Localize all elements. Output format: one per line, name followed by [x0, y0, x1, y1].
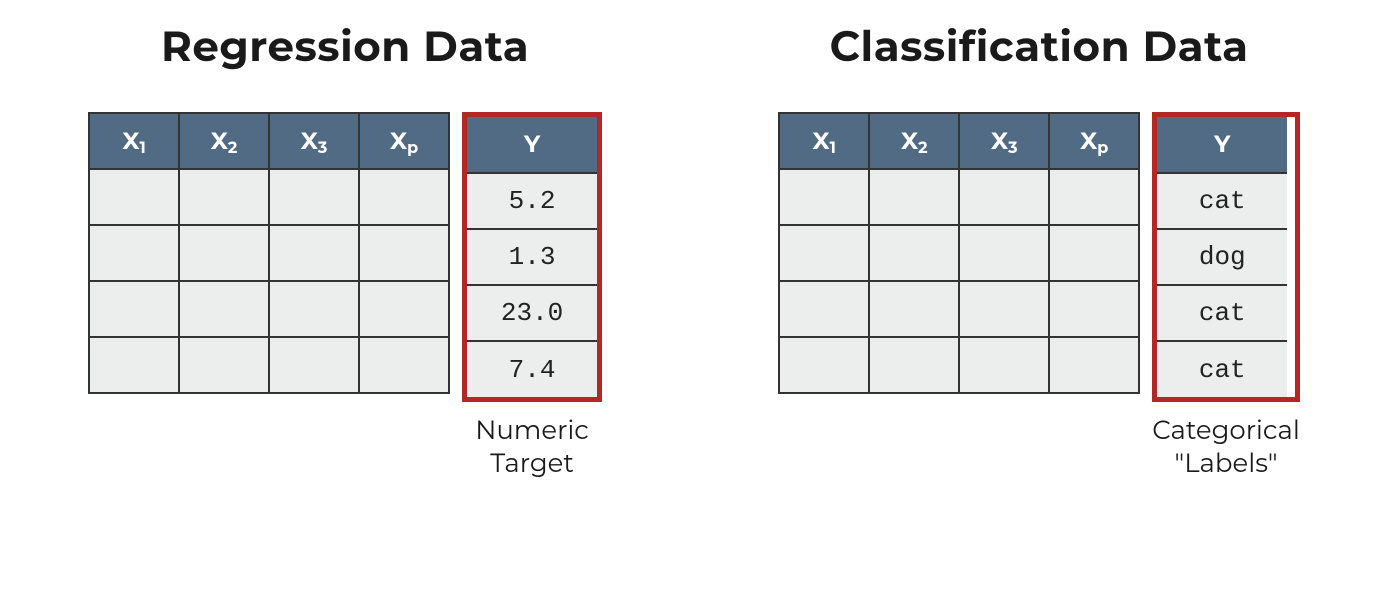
col-header-x3: X3: [959, 113, 1049, 169]
empty-cell: [959, 169, 1049, 225]
empty-cell: [1049, 337, 1139, 393]
classification-table: X1 X2 X3 Xp Y cat dog cat cat Categorica…: [778, 112, 1300, 479]
empty-cell: [269, 281, 359, 337]
empty-cell: [359, 225, 449, 281]
empty-cell: [779, 169, 869, 225]
classification-y-column: Y cat dog cat cat: [1152, 112, 1300, 402]
regression-y-caption: NumericTarget: [462, 414, 602, 479]
empty-cell: [869, 225, 959, 281]
empty-cell: [179, 281, 269, 337]
y-value: cat: [1157, 173, 1287, 229]
y-value: cat: [1157, 341, 1287, 397]
regression-title: Regression Data: [161, 20, 529, 72]
regression-x-grid: X1 X2 X3 Xp: [88, 112, 450, 394]
classification-y-caption: Categorical"Labels": [1152, 414, 1300, 479]
col-header-x1: X1: [89, 113, 179, 169]
regression-y-column: Y 5.2 1.3 23.0 7.4: [462, 112, 602, 402]
classification-panel: Classification Data X1 X2 X3 Xp Y cat do…: [778, 20, 1300, 479]
empty-cell: [869, 281, 959, 337]
y-value: dog: [1157, 229, 1287, 285]
y-value: 7.4: [467, 341, 597, 397]
classification-x-grid: X1 X2 X3 Xp: [778, 112, 1140, 394]
empty-cell: [779, 225, 869, 281]
empty-cell: [269, 337, 359, 393]
empty-cell: [89, 225, 179, 281]
empty-cell: [779, 337, 869, 393]
empty-cell: [179, 337, 269, 393]
col-header-x1: X1: [779, 113, 869, 169]
col-header-x2: X2: [869, 113, 959, 169]
col-header-y: Y: [1157, 117, 1287, 173]
regression-table: X1 X2 X3 Xp Y 5.2 1.3 23.0 7.4 NumericTa…: [88, 112, 602, 479]
col-header-xp: Xp: [1049, 113, 1139, 169]
y-value: 5.2: [467, 173, 597, 229]
empty-cell: [959, 337, 1049, 393]
classification-y-wrap: Y cat dog cat cat Categorical"Labels": [1152, 112, 1300, 479]
empty-cell: [1049, 281, 1139, 337]
empty-cell: [269, 169, 359, 225]
empty-cell: [359, 281, 449, 337]
col-header-x3: X3: [269, 113, 359, 169]
empty-cell: [959, 281, 1049, 337]
col-header-xp: Xp: [359, 113, 449, 169]
y-value: 1.3: [467, 229, 597, 285]
empty-cell: [869, 169, 959, 225]
y-value: cat: [1157, 285, 1287, 341]
regression-panel: Regression Data X1 X2 X3 Xp Y 5.2 1.3 23…: [88, 20, 602, 479]
empty-cell: [179, 169, 269, 225]
y-value: 23.0: [467, 285, 597, 341]
empty-cell: [89, 337, 179, 393]
classification-title: Classification Data: [830, 20, 1249, 72]
empty-cell: [359, 169, 449, 225]
col-header-x2: X2: [179, 113, 269, 169]
empty-cell: [179, 225, 269, 281]
empty-cell: [89, 281, 179, 337]
empty-cell: [959, 225, 1049, 281]
empty-cell: [359, 337, 449, 393]
empty-cell: [269, 225, 359, 281]
empty-cell: [1049, 169, 1139, 225]
empty-cell: [89, 169, 179, 225]
empty-cell: [1049, 225, 1139, 281]
empty-cell: [869, 337, 959, 393]
empty-cell: [779, 281, 869, 337]
col-header-y: Y: [467, 117, 597, 173]
regression-y-wrap: Y 5.2 1.3 23.0 7.4 NumericTarget: [462, 112, 602, 479]
